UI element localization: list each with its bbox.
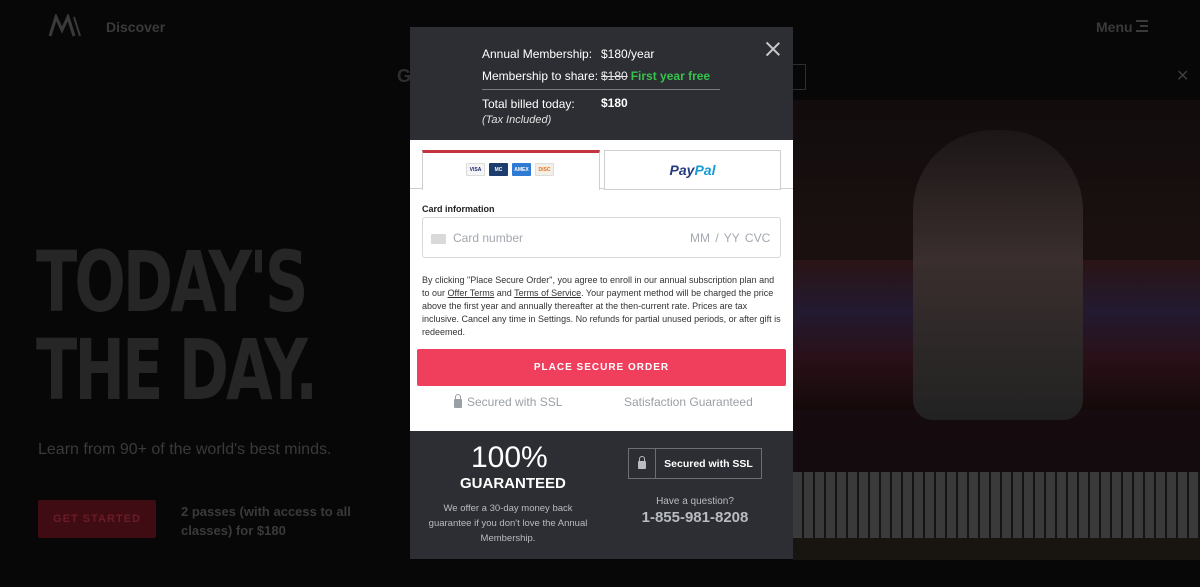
lock-icon [638,456,646,469]
guarantee-percent: 100% [471,441,548,474]
nav-discover[interactable]: Discover [106,19,165,35]
checkout-modal: Annual Membership: $180/year Membership … [410,27,793,559]
banner-close-icon[interactable]: ✕ [1176,66,1189,86]
payment-section: VISA MC AMEX DISC Pay Pal Card informatio… [410,140,793,431]
annual-membership-label: Annual Membership: [482,47,593,61]
banner-text: G [397,66,412,86]
masterclass-logo[interactable] [48,14,84,38]
visa-icon: VISA [466,163,485,176]
summary-divider [482,89,720,90]
card-number-input[interactable]: Card number [453,231,523,245]
order-summary: Annual Membership: $180/year Membership … [410,27,793,140]
support-phone[interactable]: 1-855-981-8208 [610,509,780,526]
membership-share-value: $180 First year free [601,69,710,83]
first-year-free: First year free [630,69,711,83]
secured-ssl-note: Secured with SSL [454,394,562,409]
terms-of-service-link[interactable]: Terms of Service [514,288,581,298]
amex-icon: AMEX [512,163,531,176]
hamburger-icon[interactable] [1136,20,1148,35]
hero-subtitle: Learn from 90+ of the world's best minds… [38,441,332,458]
place-secure-order-button[interactable]: PLACE SECURE ORDER [417,349,786,386]
guarantee-footer: 100% GUARANTEED We offer a 30-day money … [410,431,793,559]
card-input-field[interactable]: Card number MM / YY CVC [422,217,781,258]
question-label: Have a question? [656,496,734,507]
instructor-image [913,130,1083,420]
hero-title: TODAY'S THE DAY. [36,233,318,419]
money-back-text: We offer a 30-day money back guarantee i… [428,503,588,544]
discover-icon: DISC [535,163,554,176]
card-information-label: Card information [422,204,495,214]
original-price: $180 [601,69,628,83]
lock-icon [454,394,462,408]
paypal-logo-pay: Pay [669,162,695,178]
ssl-badge: Secured with SSL [628,448,762,479]
annual-membership-value: $180/year [601,47,655,61]
card-brand-icons: VISA MC AMEX DISC [466,163,554,176]
tab-credit-card[interactable]: VISA MC AMEX DISC [422,150,600,190]
total-billed-label: Total billed today: [482,97,575,111]
nav-menu[interactable]: Menu [1096,19,1133,35]
mastercard-icon: MC [489,163,508,176]
paypal-logo-pal: Pal [694,162,716,178]
piano-keys-image [793,472,1200,538]
satisfaction-guaranteed: Satisfaction Guaranteed [624,395,753,409]
guaranteed-label: GUARANTEED [460,475,566,492]
credit-card-icon [431,234,446,244]
get-started-button[interactable]: GET STARTED [38,500,156,538]
membership-share-label: Membership to share: [482,69,599,83]
tab-paypal[interactable]: Pay Pal [604,150,781,190]
passes-offer: 2 passes (with access to all classes) fo… [181,504,351,538]
close-icon[interactable] [766,42,780,56]
hero-video[interactable] [793,100,1200,560]
tax-note: (Tax Included) [482,114,552,126]
offer-terms-link[interactable]: Offer Terms [448,288,495,298]
total-billed-value: $180 [601,96,628,110]
terms-text: By clicking "Place Secure Order", you ag… [422,275,781,337]
expiry-cvc-input[interactable]: MM / YY CVC [690,231,770,245]
